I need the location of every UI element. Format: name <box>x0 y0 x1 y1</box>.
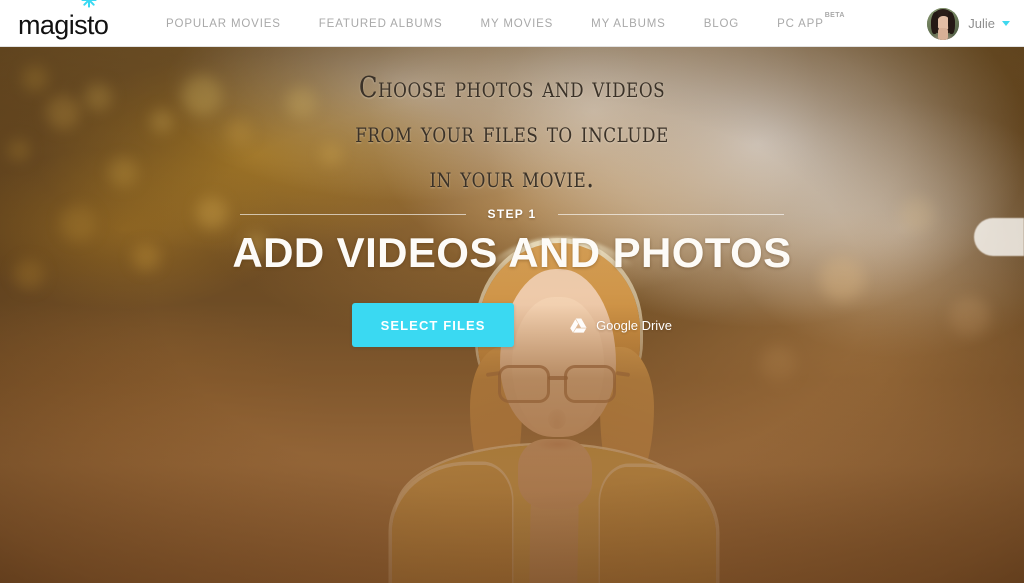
nav-label: FEATURED ALBUMS <box>318 17 443 30</box>
chevron-down-icon[interactable] <box>1002 21 1010 26</box>
headline-line-1: Choose photos and videos <box>358 70 666 104</box>
user-name-label: Julie <box>968 16 995 31</box>
nav-item-featured-albums[interactable]: FEATURED ALBUMS <box>319 18 443 30</box>
nav-label: POPULAR MOVIES <box>166 17 281 30</box>
nav-item-blog[interactable]: BLOG <box>704 18 739 30</box>
headline-line-3: in your movie. <box>429 160 595 194</box>
step-rule-left <box>239 213 466 215</box>
nav-label: BLOG <box>703 17 740 30</box>
hero-actions: SELECT FILES Google Drive <box>0 303 1024 347</box>
headline-line-2: from your files to include <box>355 115 669 149</box>
logo-wordmark: magisto <box>18 10 109 40</box>
edge-pill-control[interactable] <box>974 218 1024 256</box>
step-label: STEP 1 <box>487 207 537 221</box>
step-indicator: STEP 1 <box>0 207 1024 221</box>
user-menu[interactable]: Julie <box>927 0 1010 47</box>
nav-label: MY MOVIES <box>480 17 554 30</box>
avatar-neck <box>938 27 949 40</box>
nav-item-my-movies[interactable]: MY MOVIES <box>481 18 554 30</box>
avatar-hair-right <box>931 11 939 34</box>
beta-badge: BETA <box>824 12 845 20</box>
nav-item-my-albums[interactable]: MY ALBUMS <box>591 18 666 30</box>
step-rule-right <box>558 213 785 215</box>
google-drive-label: Google Drive <box>596 317 672 333</box>
google-drive-icon <box>570 317 587 333</box>
top-navigation-bar: magisto POPULAR MOVIES FEATURED ALBUMS M… <box>0 0 1024 47</box>
magisto-upload-page: magisto POPULAR MOVIES FEATURED ALBUMS M… <box>0 0 1024 583</box>
magisto-logo[interactable]: magisto <box>18 0 128 40</box>
star-asterisk-icon <box>81 0 97 8</box>
page-title: ADD VIDEOS AND PHOTOS <box>232 229 792 276</box>
nav-item-pc-app[interactable]: PC APPBETA <box>777 12 844 30</box>
google-drive-button[interactable]: Google Drive <box>570 318 672 333</box>
nav-label: MY ALBUMS <box>591 17 666 30</box>
main-nav: POPULAR MOVIES FEATURED ALBUMS MY MOVIES… <box>166 0 882 47</box>
nav-label: PC APP <box>777 17 824 30</box>
avatar <box>927 7 960 40</box>
hero-headline: Choose photos and videos from your files… <box>0 65 1024 200</box>
nav-item-popular-movies[interactable]: POPULAR MOVIES <box>166 18 281 30</box>
hero-content: Choose photos and videos from your files… <box>0 47 1024 583</box>
select-files-button[interactable]: SELECT FILES <box>352 303 515 347</box>
